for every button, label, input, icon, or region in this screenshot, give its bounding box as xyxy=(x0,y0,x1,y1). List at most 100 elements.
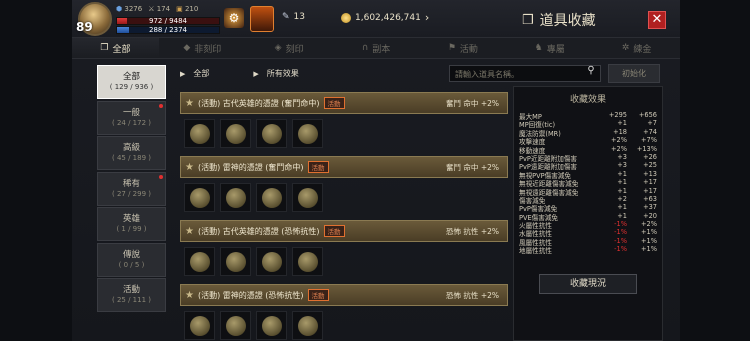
buff-icon[interactable] xyxy=(250,6,274,32)
item-slot[interactable] xyxy=(292,183,323,212)
collection-header[interactable]: ★ (活動) 古代英雄的憑證 (奮鬥命中) 活動 奮鬥 命中 +2% xyxy=(180,92,508,114)
new-badge xyxy=(159,103,163,108)
star-icon[interactable]: ★ xyxy=(185,226,194,237)
effect-row: 火屬性抗性 -1% +2% xyxy=(514,220,662,230)
item-slot[interactable] xyxy=(184,311,215,340)
item-slot[interactable] xyxy=(256,311,287,340)
medal-icon xyxy=(297,251,318,272)
item-slot[interactable] xyxy=(220,119,251,148)
effect-value-total: +1% xyxy=(641,228,657,237)
mp-text: 288 / 2374 xyxy=(149,26,187,34)
effect-name: 水屬性抗性 xyxy=(519,230,552,239)
filter-effect[interactable]: 所有效果 xyxy=(267,68,299,79)
effect-row: 地屬性抗性 -1% +1% xyxy=(514,245,662,256)
effects-list[interactable]: 最大MP +295 +656 MP回復(tic) +1 +7 魔法防禦(MR) +18 +74 攻… xyxy=(514,111,662,256)
category-item[interactable]: 傳說( 0 / 5 ) xyxy=(97,242,166,277)
collection-header[interactable]: ★ (活動) 雷神的憑證 (恐怖抗性) 活動 恐怖 抗性 +2% xyxy=(180,284,508,306)
helmet-icon: ∩ xyxy=(361,43,369,53)
tab-4[interactable]: ⚑ 活動 xyxy=(419,38,506,58)
collection-header[interactable]: ★ (活動) 古代英雄的憑證 (恐怖抗性) 活動 恐怖 抗性 +2% xyxy=(180,220,508,242)
category-label: 稀有 xyxy=(122,178,140,189)
effect-value-total: +656 xyxy=(638,111,657,119)
effect-name: 傷害減免 xyxy=(519,196,546,205)
mp-bar: 288 / 2374 xyxy=(116,26,220,34)
search-icon[interactable]: ⚲ xyxy=(583,65,599,82)
effect-value-total: +13% xyxy=(636,144,657,153)
item-slot[interactable] xyxy=(220,247,251,276)
tab-2[interactable]: ◈ 刻印 xyxy=(246,38,333,58)
event-tag: 活動 xyxy=(323,97,345,109)
effect-row: 無視遠距離傷害減免 +1 +17 xyxy=(514,186,662,197)
item-slot[interactable] xyxy=(256,247,287,276)
effect-value-current: +1 xyxy=(617,203,627,212)
collection-status-button[interactable]: 收藏現況 xyxy=(539,274,637,294)
silver-counter: ✎ 13 xyxy=(282,12,305,22)
category-item[interactable]: 活動( 25 / 111 ) xyxy=(97,278,166,312)
effect-value-current: -1% xyxy=(614,245,627,254)
collection-name: (活動) 雷神的憑證 (奮鬥命中) xyxy=(197,162,304,172)
close-button[interactable]: ✕ xyxy=(648,11,666,29)
item-search-input[interactable]: 請輸入道具名稱。 xyxy=(449,65,601,82)
hp-text: 972 / 9484 xyxy=(149,17,187,25)
category-label: 全部 xyxy=(122,72,140,82)
collection-effect: 奮鬥 命中 +2% xyxy=(446,162,499,172)
collection-group: ★ (活動) 古代英雄的憑證 (恐怖抗性) 活動 恐怖 抗性 +2% xyxy=(180,220,508,280)
category-item[interactable]: 全部( 129 / 936 ) xyxy=(97,65,166,99)
stat-c: ▣ 210 xyxy=(176,5,199,13)
effect-name: 無視遠距離傷害減免 xyxy=(519,188,579,197)
star-icon[interactable]: ★ xyxy=(185,98,194,109)
tab-label: 活動 xyxy=(459,44,478,55)
category-item[interactable]: 英雄( 1 / 99 ) xyxy=(97,207,166,241)
item-slot[interactable] xyxy=(184,119,215,148)
gold-counter[interactable]: 1,602,426,741 › xyxy=(341,11,429,24)
category-label: 一般 xyxy=(122,107,140,118)
category-item[interactable]: 稀有( 27 / 299 ) xyxy=(97,171,166,206)
filter-all[interactable]: 全部 xyxy=(193,68,209,79)
item-slot[interactable] xyxy=(292,119,323,148)
category-label: 高級 xyxy=(122,143,140,153)
item-slot[interactable] xyxy=(292,247,323,276)
effect-value-total: +20 xyxy=(643,211,657,220)
page-title: ❒ 道具收藏 xyxy=(522,12,596,30)
effect-value-current: +1 xyxy=(617,169,627,178)
item-slot[interactable] xyxy=(220,311,251,340)
category-item[interactable]: 一般( 24 / 172 ) xyxy=(97,100,166,135)
chevron-right-icon: › xyxy=(424,11,430,24)
new-badge xyxy=(159,174,163,179)
effect-name: 最大MP xyxy=(519,113,542,121)
tab-0[interactable]: ❐ 全部 xyxy=(72,38,159,58)
tab-1[interactable]: ◆ 非刻印 xyxy=(159,38,246,58)
category-count: ( 27 / 299 ) xyxy=(112,189,151,198)
star-icon[interactable]: ★ xyxy=(185,162,194,173)
tab-label: 副本 xyxy=(372,44,391,55)
tab-3[interactable]: ∩ 副本 xyxy=(333,38,420,58)
effect-value-current: +3 xyxy=(617,152,627,161)
book-icon: ❐ xyxy=(100,43,109,53)
item-slot[interactable] xyxy=(256,119,287,148)
effect-name: 移動速度 xyxy=(519,146,546,155)
reset-button[interactable]: 初始化 xyxy=(608,64,660,83)
collection-list: ★ (活動) 古代英雄的憑證 (奮鬥命中) 活動 奮鬥 命中 +2% ★ (活動) 雷神的… xyxy=(180,92,508,341)
effect-value-total: +74 xyxy=(643,127,657,136)
tab-5[interactable]: ♞ 專屬 xyxy=(506,38,593,58)
collection-effect: 奮鬥 命中 +2% xyxy=(446,98,499,108)
effect-value-current: +2% xyxy=(611,136,627,145)
star-icon[interactable]: ★ xyxy=(185,290,194,301)
potion-icon[interactable]: ⚙ xyxy=(224,8,244,28)
collection-header[interactable]: ★ (活動) 雷神的憑證 (奮鬥命中) 活動 奮鬥 命中 +2% xyxy=(180,156,508,178)
item-slot[interactable] xyxy=(184,247,215,276)
effect-name: 地屬性抗性 xyxy=(519,247,552,256)
tab-6[interactable]: ✲ 練金 xyxy=(593,38,680,58)
effect-row: 傷害減免 +2 +63 xyxy=(514,195,662,205)
medal-icon xyxy=(189,187,210,208)
item-slots xyxy=(180,178,508,216)
item-slot[interactable] xyxy=(292,311,323,340)
effect-value-total: +17 xyxy=(643,186,657,195)
effect-value-total: +26 xyxy=(643,152,657,161)
category-item[interactable]: 高級( 45 / 189 ) xyxy=(97,136,166,170)
item-slot[interactable] xyxy=(256,183,287,212)
item-slot[interactable] xyxy=(184,183,215,212)
item-slot[interactable] xyxy=(220,183,251,212)
effect-name: PvP遠距離附加傷害 xyxy=(519,163,578,172)
effect-row: 最大MP +295 +656 xyxy=(514,111,662,121)
